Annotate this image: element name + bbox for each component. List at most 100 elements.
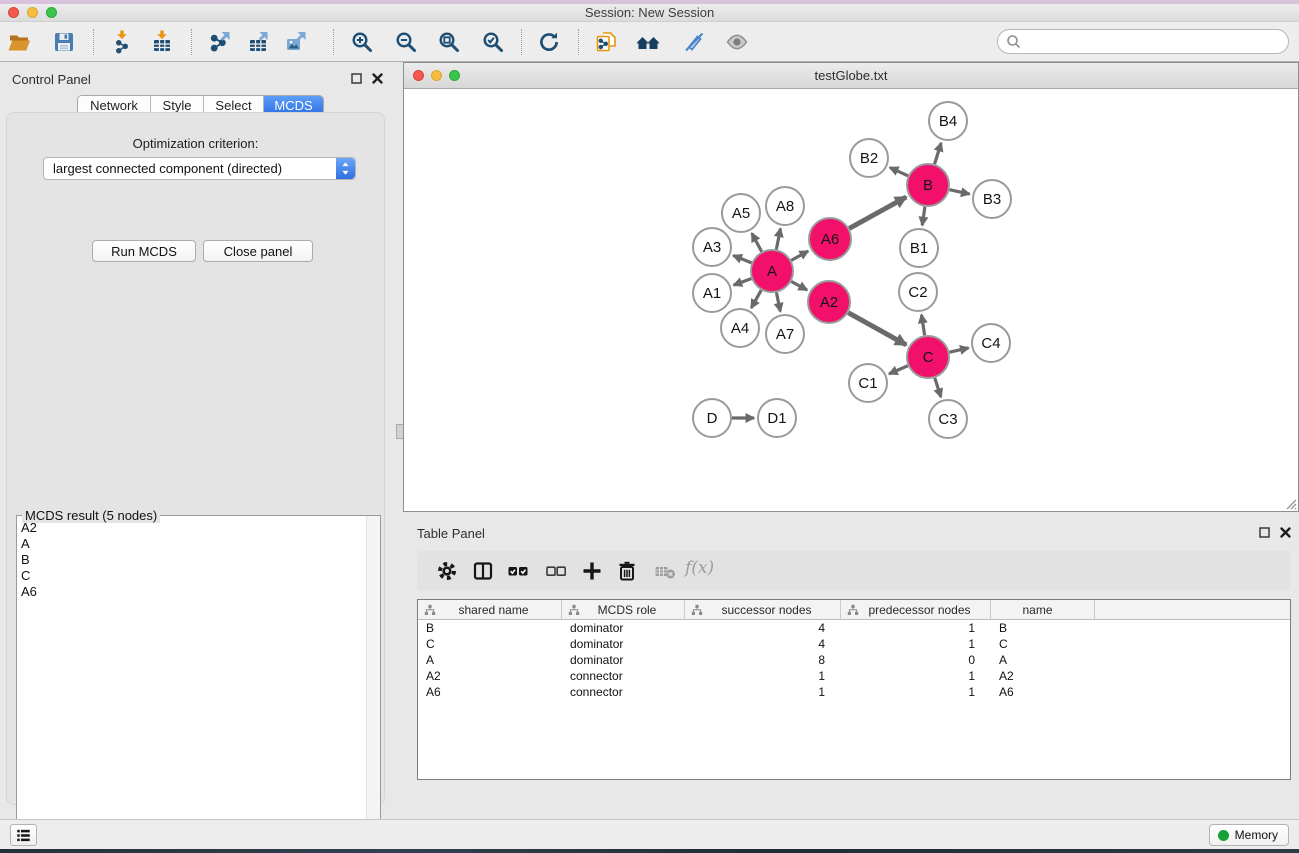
table-cell[interactable]: C [418, 637, 562, 651]
table-cell[interactable]: A6 [418, 685, 562, 699]
edge-A-A4[interactable] [751, 290, 761, 308]
run-mcds-button[interactable]: Run MCDS [92, 240, 196, 262]
edge-B-B1[interactable] [922, 207, 925, 225]
table-cell[interactable]: 4 [685, 621, 841, 635]
search-field[interactable] [997, 29, 1289, 54]
table-cell[interactable]: A2 [991, 669, 1095, 683]
mcds-result-item[interactable]: B [21, 552, 365, 568]
column-header-name[interactable]: name [991, 600, 1095, 619]
edge-A-A7[interactable] [776, 293, 780, 312]
columns-icon[interactable] [469, 557, 497, 585]
table-cell[interactable]: connector [562, 669, 685, 683]
table-cell[interactable]: B [991, 621, 1095, 635]
edge-A-A1[interactable] [734, 279, 752, 286]
criterion-dropdown[interactable]: largest connected component (directed) [43, 157, 356, 180]
node-table[interactable]: shared nameMCDS rolesuccessor nodesprede… [417, 599, 1291, 780]
export-table-icon[interactable] [244, 28, 272, 56]
edge-C-C2[interactable] [921, 315, 924, 336]
close-panel-button[interactable]: Close panel [203, 240, 313, 262]
clone-network-icon[interactable] [592, 28, 620, 56]
home-icon[interactable] [634, 28, 662, 56]
edge-A-A8[interactable] [776, 229, 780, 250]
refresh-icon[interactable] [535, 28, 563, 56]
network-canvas[interactable]: B4B2BB3A5A8A6A3B1AA1C2A2A4A7C4CC1DD1C3 [404, 89, 1298, 511]
hide-annotations-icon[interactable] [680, 28, 708, 56]
edge-A2-C[interactable] [848, 313, 906, 345]
close-panel-icon[interactable] [372, 73, 383, 84]
float-panel-icon[interactable] [351, 73, 362, 84]
table-cell[interactable]: 0 [841, 653, 991, 667]
mcds-result-item[interactable]: C [21, 568, 365, 584]
table-cell[interactable]: 1 [841, 637, 991, 651]
edge-B-B2[interactable] [890, 168, 908, 176]
table-row[interactable]: Adominator80A [418, 652, 1290, 668]
table-cell[interactable]: dominator [562, 621, 685, 635]
open-session-icon[interactable] [5, 28, 33, 56]
table-cell[interactable]: 1 [841, 621, 991, 635]
delete-column-icon[interactable] [613, 557, 641, 585]
table-cell[interactable]: 1 [841, 669, 991, 683]
edge-C-C1[interactable] [889, 366, 908, 374]
table-row[interactable]: Bdominator41B [418, 620, 1290, 636]
table-cell[interactable]: dominator [562, 653, 685, 667]
edge-A-A6[interactable] [791, 251, 808, 260]
table-row[interactable]: A6connector11A6 [418, 684, 1290, 700]
table-cell[interactable]: connector [562, 685, 685, 699]
edge-A-A3[interactable] [733, 256, 751, 263]
fx-function-button[interactable]: f(x) [685, 558, 714, 578]
add-column-icon[interactable] [578, 557, 606, 585]
select-all-icon[interactable] [504, 557, 532, 585]
table-header-row[interactable]: shared nameMCDS rolesuccessor nodesprede… [418, 600, 1290, 620]
task-history-button[interactable] [10, 824, 37, 846]
float-table-panel-icon[interactable] [1259, 527, 1270, 538]
edge-B-B4[interactable] [935, 143, 942, 164]
zoom-in-icon[interactable] [348, 28, 376, 56]
import-network-icon[interactable] [108, 28, 136, 56]
zoom-out-icon[interactable] [392, 28, 420, 56]
eye-icon[interactable] [723, 28, 751, 56]
import-table-icon[interactable] [148, 28, 176, 56]
mcds-result-list[interactable]: A2ABCA6 [18, 520, 365, 844]
table-cell[interactable]: dominator [562, 637, 685, 651]
edge-C-C4[interactable] [949, 348, 968, 352]
gear-icon[interactable] [433, 557, 461, 585]
table-cell[interactable]: 1 [841, 685, 991, 699]
zoom-fit-icon[interactable] [435, 28, 463, 56]
table-cell[interactable]: A6 [991, 685, 1095, 699]
table-cell[interactable]: 8 [685, 653, 841, 667]
table-cell[interactable]: A [991, 653, 1095, 667]
edge-C-C3[interactable] [935, 378, 941, 397]
resize-grip-icon[interactable] [1283, 496, 1297, 510]
table-cell[interactable]: 1 [685, 685, 841, 699]
table-cell[interactable]: B [418, 621, 562, 635]
memory-button[interactable]: Memory [1209, 824, 1289, 846]
table-cell[interactable]: A [418, 653, 562, 667]
export-image-icon[interactable] [282, 28, 310, 56]
export-network-icon[interactable] [206, 28, 234, 56]
column-header-shared-name[interactable]: shared name [418, 600, 562, 619]
edge-B-B3[interactable] [949, 190, 969, 194]
mcds-result-item[interactable]: A [21, 536, 365, 552]
mcds-result-item[interactable]: A6 [21, 584, 365, 600]
close-table-panel-icon[interactable] [1280, 527, 1291, 538]
table-cell[interactable]: A2 [418, 669, 562, 683]
column-header-successor-nodes[interactable]: successor nodes [685, 600, 841, 619]
dropdown-stepper-icon [336, 158, 355, 179]
column-header-MCDS-role[interactable]: MCDS role [562, 600, 685, 619]
column-header-predecessor-nodes[interactable]: predecessor nodes [841, 600, 991, 619]
deselect-all-icon[interactable] [542, 557, 570, 585]
table-row[interactable]: Cdominator41C [418, 636, 1290, 652]
network-window-titlebar[interactable]: testGlobe.txt [404, 63, 1298, 89]
control-panel-title: Control Panel [12, 72, 91, 87]
table-cell[interactable]: C [991, 637, 1095, 651]
table-cell[interactable]: 4 [685, 637, 841, 651]
edge-A-A2[interactable] [791, 282, 807, 291]
table-cell[interactable]: 1 [685, 669, 841, 683]
edge-A6-B[interactable] [849, 197, 906, 228]
edge-A-A5[interactable] [752, 233, 762, 251]
table-row[interactable]: A2connector11A2 [418, 668, 1290, 684]
zoom-selected-icon[interactable] [479, 28, 507, 56]
save-session-icon[interactable] [50, 28, 78, 56]
search-input[interactable] [1026, 34, 1280, 49]
result-scrollbar[interactable] [366, 516, 380, 845]
